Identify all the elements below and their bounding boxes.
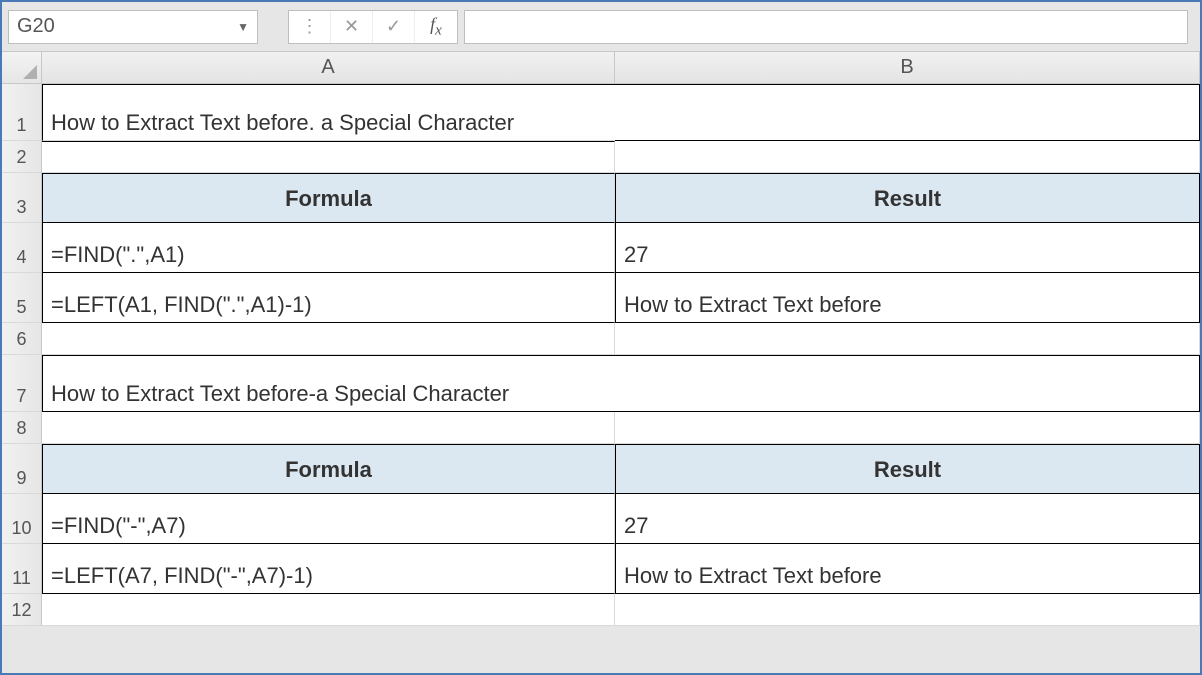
- row-2: 2: [2, 141, 1200, 173]
- row-6: 6: [2, 323, 1200, 355]
- row-header-11[interactable]: 11: [2, 544, 42, 594]
- name-box[interactable]: G20 ▼: [8, 10, 258, 44]
- formula-buttons: ⋮ ✕ ✓ fx: [288, 10, 458, 44]
- cell-A3[interactable]: Formula: [42, 173, 615, 223]
- row-header-5[interactable]: 5: [2, 273, 42, 323]
- row-header-9[interactable]: 9: [2, 444, 42, 494]
- row-header-4[interactable]: 4: [2, 223, 42, 273]
- fx-icon[interactable]: fx: [415, 11, 457, 43]
- cell-text: Result: [874, 457, 941, 483]
- cell-B4[interactable]: 27: [615, 223, 1200, 273]
- cell-B5[interactable]: How to Extract Text before: [615, 273, 1200, 323]
- cell-A1[interactable]: How to Extract Text before. a Special Ch…: [42, 84, 615, 141]
- cell-A11[interactable]: =LEFT(A7, FIND("-",A7)-1): [42, 544, 615, 594]
- cell-text: =FIND(".",A1): [51, 242, 185, 268]
- formula-bar-area: G20 ▼ ⋮ ✕ ✓ fx: [2, 2, 1200, 52]
- cell-B2[interactable]: [615, 141, 1200, 173]
- cell-text: Formula: [285, 186, 372, 212]
- row-header-6[interactable]: 6: [2, 323, 42, 355]
- row-3: 3 Formula Result: [2, 173, 1200, 223]
- cell-text: How to Extract Text before: [624, 292, 882, 318]
- cell-text: How to Extract Text before-a Special Cha…: [51, 381, 509, 407]
- row-12: 12: [2, 594, 1200, 626]
- column-header-B[interactable]: B: [615, 52, 1200, 84]
- row-header-1[interactable]: 1: [2, 84, 42, 141]
- cell-text: 27: [624, 513, 648, 539]
- cell-A6[interactable]: [42, 323, 615, 355]
- column-headers: A B: [2, 52, 1200, 84]
- row-8: 8: [2, 412, 1200, 444]
- cell-B8[interactable]: [615, 412, 1200, 444]
- name-box-value: G20: [17, 15, 55, 38]
- row-header-10[interactable]: 10: [2, 494, 42, 544]
- cell-A2[interactable]: [42, 141, 615, 173]
- more-icon[interactable]: ⋮: [289, 11, 331, 43]
- chevron-down-icon[interactable]: ▼: [237, 20, 249, 34]
- cell-A10[interactable]: =FIND("-",A7): [42, 494, 615, 544]
- cell-B1[interactable]: [615, 84, 1200, 141]
- row-header-2[interactable]: 2: [2, 141, 42, 173]
- cell-B9[interactable]: Result: [615, 444, 1200, 494]
- cell-B7[interactable]: [615, 355, 1200, 412]
- sheet-grid: 1 How to Extract Text before. a Special …: [2, 84, 1200, 626]
- cell-text: How to Extract Text before: [624, 563, 882, 589]
- cell-text: Result: [874, 186, 941, 212]
- cell-text: =LEFT(A7, FIND("-",A7)-1): [51, 563, 313, 589]
- row-1: 1 How to Extract Text before. a Special …: [2, 84, 1200, 141]
- cell-B12[interactable]: [615, 594, 1200, 626]
- row-header-3[interactable]: 3: [2, 173, 42, 223]
- row-header-7[interactable]: 7: [2, 355, 42, 412]
- cell-B6[interactable]: [615, 323, 1200, 355]
- column-header-A[interactable]: A: [42, 52, 615, 84]
- cell-text: =LEFT(A1, FIND(".",A1)-1): [51, 292, 312, 318]
- row-10: 10 =FIND("-",A7) 27: [2, 494, 1200, 544]
- excel-window: G20 ▼ ⋮ ✕ ✓ fx A B 1 How to Extract Text…: [0, 0, 1202, 675]
- row-header-12[interactable]: 12: [2, 594, 42, 626]
- row-5: 5 =LEFT(A1, FIND(".",A1)-1) How to Extra…: [2, 273, 1200, 323]
- row-4: 4 =FIND(".",A1) 27: [2, 223, 1200, 273]
- select-all-corner[interactable]: [2, 52, 42, 84]
- cell-A8[interactable]: [42, 412, 615, 444]
- enter-icon[interactable]: ✓: [373, 11, 415, 43]
- cell-A9[interactable]: Formula: [42, 444, 615, 494]
- cell-text: Formula: [285, 457, 372, 483]
- cell-B11[interactable]: How to Extract Text before: [615, 544, 1200, 594]
- cell-A12[interactable]: [42, 594, 615, 626]
- cell-A5[interactable]: =LEFT(A1, FIND(".",A1)-1): [42, 273, 615, 323]
- cell-A7[interactable]: How to Extract Text before-a Special Cha…: [42, 355, 615, 412]
- row-7: 7 How to Extract Text before-a Special C…: [2, 355, 1200, 412]
- cell-B3[interactable]: Result: [615, 173, 1200, 223]
- row-11: 11 =LEFT(A7, FIND("-",A7)-1) How to Extr…: [2, 544, 1200, 594]
- cell-text: How to Extract Text before. a Special Ch…: [51, 110, 514, 136]
- formula-input[interactable]: [464, 10, 1188, 44]
- cell-B10[interactable]: 27: [615, 494, 1200, 544]
- row-9: 9 Formula Result: [2, 444, 1200, 494]
- cell-A4[interactable]: =FIND(".",A1): [42, 223, 615, 273]
- cell-text: =FIND("-",A7): [51, 513, 186, 539]
- cell-text: 27: [624, 242, 648, 268]
- row-header-8[interactable]: 8: [2, 412, 42, 444]
- cancel-icon[interactable]: ✕: [331, 11, 373, 43]
